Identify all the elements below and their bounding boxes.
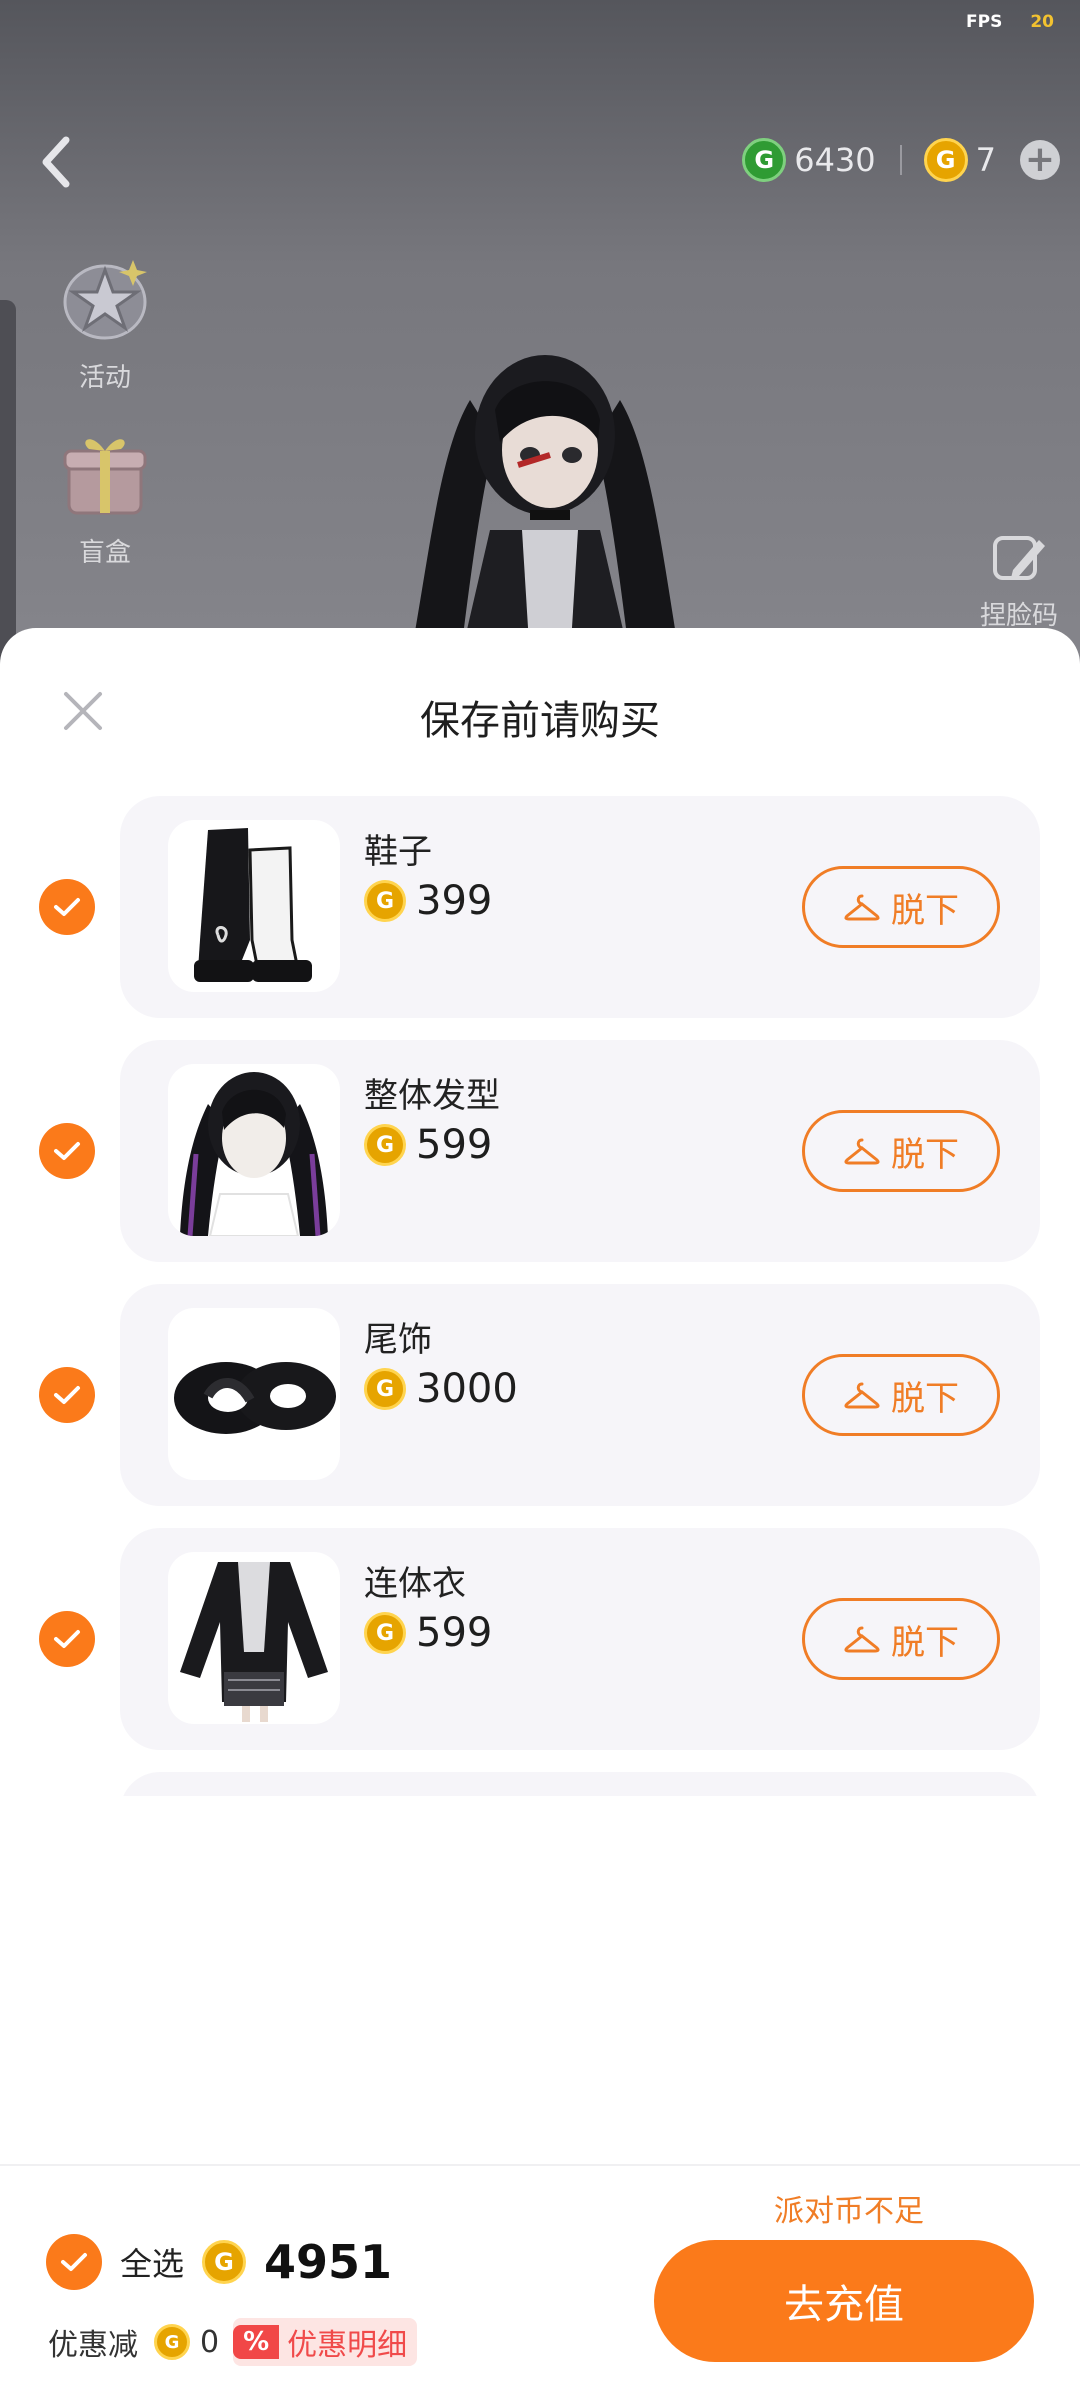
purchase-sheet: 保存前请购买 鞋子 G 399 脱下 整体发型 G 599 脱下 尾饰 G 30…	[0, 628, 1080, 2400]
remove-button[interactable]: 脱下	[802, 866, 1000, 948]
currency-bar: G 6430 G 7 +	[742, 138, 1060, 182]
select-all-checkbox[interactable]	[46, 2234, 102, 2290]
item-checkbox[interactable]	[39, 1367, 95, 1423]
back-arrow-icon[interactable]	[36, 134, 80, 190]
item-thumbnail	[168, 1308, 340, 1480]
activity-label: 活动	[78, 363, 131, 393]
select-all-label: 全选	[120, 2245, 185, 2283]
g-coin-balance: 6430	[794, 141, 876, 179]
item-price: G 3000	[364, 1366, 518, 1412]
item-checkbox[interactable]	[39, 1123, 95, 1179]
remove-button[interactable]: 脱下	[802, 1598, 1000, 1680]
total-price: 4951	[264, 2235, 393, 2289]
item-price-value: 399	[416, 878, 493, 924]
item-name: 尾饰	[364, 1320, 432, 1360]
avatar-character	[410, 355, 680, 660]
fps-indicator: FPS 20	[966, 12, 1054, 32]
discount-detail-label: 优惠明细	[287, 2328, 408, 2363]
item-thumbnail	[168, 1552, 340, 1724]
blind-box-label: 盲盒	[78, 538, 131, 568]
face-code-label: 捏脸码	[979, 601, 1058, 631]
g-coin-icon: G	[742, 138, 787, 182]
item-card: 整体发型 G 599 脱下	[120, 1040, 1040, 1262]
item-card: 鞋子 G 399 脱下	[120, 796, 1040, 1018]
fps-label: FPS	[966, 12, 1003, 32]
check-icon	[54, 1386, 80, 1404]
item-thumbnail	[168, 820, 340, 992]
gold-coin-balance: 7	[975, 141, 996, 179]
item-price: G 599	[364, 1122, 492, 1168]
insufficient-funds-notice: 派对币不足	[774, 2194, 924, 2229]
star-badge-icon	[63, 260, 147, 340]
discount-value: 0	[200, 2324, 220, 2360]
item-price-value: 599	[416, 1122, 493, 1168]
item-price-value: 599	[416, 1610, 493, 1656]
gold-coin-icon: G	[364, 1612, 406, 1654]
check-icon	[54, 1630, 80, 1648]
item-price: G 399	[364, 878, 492, 924]
hanger-icon	[844, 894, 880, 921]
left-rail	[0, 300, 16, 670]
avatar-scene: FPS 20 G 6430 G 7 + 活动 盲盒 捏脸码	[0, 0, 1080, 670]
percent-icon: %	[233, 2325, 280, 2359]
discount-label: 优惠减	[48, 2328, 138, 2363]
remove-label: 脱下	[891, 1134, 959, 1175]
list-item: 尾饰 G 3000 脱下	[0, 1284, 1080, 1506]
hanger-icon	[844, 1138, 880, 1165]
check-icon	[54, 1142, 80, 1160]
hanger-icon	[844, 1626, 880, 1653]
gift-box-icon	[63, 439, 147, 515]
gold-coin-icon: G	[364, 880, 406, 922]
item-price: G 599	[364, 1610, 492, 1656]
list-item: 连体衣 G 599 脱下	[0, 1528, 1080, 1750]
discount-detail-link[interactable]: % 优惠明细	[233, 2318, 418, 2366]
checkout-footer: 派对币不足 全选 G 4951 优惠减 G 0 % 优惠明细 去充值	[0, 2164, 1080, 2400]
check-icon	[61, 2253, 87, 2271]
blind-box-entry[interactable]: 盲盒	[50, 425, 160, 569]
face-code-entry[interactable]: 捏脸码	[980, 530, 1058, 632]
item-name: 整体发型	[364, 1076, 500, 1116]
list-item: 口红 G 72 脱下	[0, 1772, 1080, 1796]
activity-entry[interactable]: 活动	[50, 250, 160, 394]
remove-label: 脱下	[891, 1378, 959, 1419]
item-card: 连体衣 G 599 脱下	[120, 1528, 1040, 1750]
list-item: 鞋子 G 399 脱下	[0, 796, 1080, 1018]
fps-value: 20	[1030, 12, 1054, 32]
recharge-button[interactable]: 去充值	[654, 2240, 1034, 2362]
gold-coin-icon: G	[202, 2240, 247, 2284]
sheet-title: 保存前请购买	[420, 698, 660, 744]
remove-button[interactable]: 脱下	[802, 1110, 1000, 1192]
plus-icon[interactable]: +	[1020, 140, 1060, 180]
hanger-icon	[844, 1382, 880, 1409]
gold-coin-icon: G	[154, 2324, 190, 2360]
check-icon	[54, 898, 80, 916]
remove-label: 脱下	[891, 1622, 959, 1663]
item-card: 口红 G 72 脱下	[120, 1772, 1040, 1796]
item-price-value: 3000	[416, 1366, 518, 1412]
item-thumbnail	[168, 1064, 340, 1236]
item-list[interactable]: 鞋子 G 399 脱下 整体发型 G 599 脱下 尾饰 G 3000 脱下 连…	[0, 796, 1080, 1796]
item-checkbox[interactable]	[39, 1611, 95, 1667]
remove-label: 脱下	[891, 890, 959, 931]
face-code-icon	[992, 536, 1045, 580]
remove-button[interactable]: 脱下	[802, 1354, 1000, 1436]
discount-row: 优惠减 G 0 % 优惠明细	[48, 2318, 418, 2366]
list-item: 整体发型 G 599 脱下	[0, 1040, 1080, 1262]
select-all: 全选 G 4951	[46, 2234, 392, 2290]
item-card: 尾饰 G 3000 脱下	[120, 1284, 1040, 1506]
item-name: 鞋子	[364, 832, 432, 872]
gold-coin-icon: G	[923, 138, 968, 182]
gold-coin-icon: G	[364, 1368, 406, 1410]
currency-divider	[899, 145, 902, 175]
gold-coin-icon: G	[364, 1124, 406, 1166]
item-checkbox[interactable]	[39, 879, 95, 935]
item-name: 连体衣	[364, 1564, 466, 1604]
